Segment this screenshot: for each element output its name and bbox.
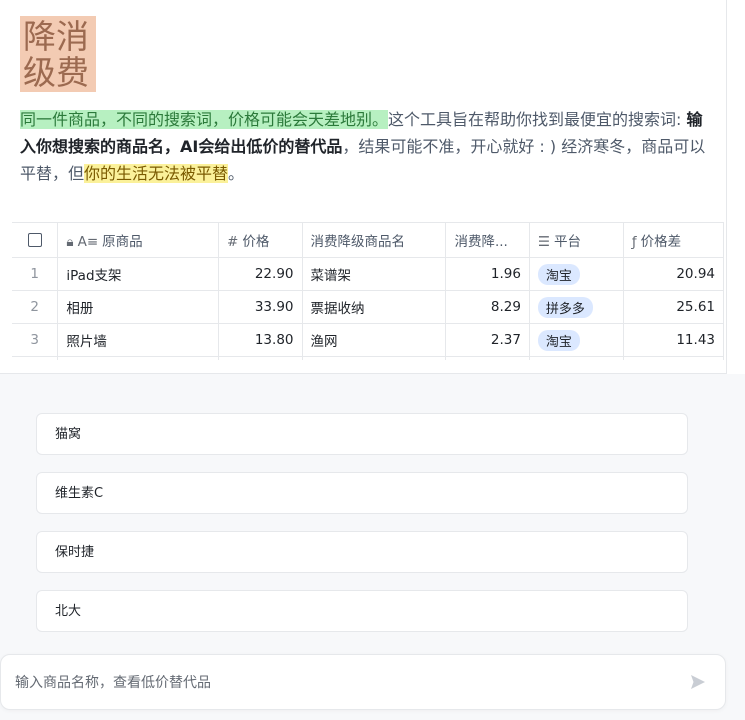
cell-platform[interactable]: 淘宝: [529, 257, 624, 291]
row-index: 1: [12, 257, 59, 291]
intro-panel: 降消 级费 同一件商品，不同的搜索词，价格可能会天差地别。这个工具旨在帮助你找到…: [0, 0, 727, 374]
cell-price-diff[interactable]: 25.61: [623, 290, 725, 324]
product-search-input[interactable]: [13, 655, 657, 711]
suggestion-chip[interactable]: 保时捷: [36, 531, 688, 573]
cell-original[interactable]: iPad支架: [57, 257, 220, 291]
suggestion-chip[interactable]: 维生素C: [36, 472, 688, 514]
cell-downgrade-price[interactable]: 1.96: [445, 257, 530, 291]
platform-tag: 拼多多: [537, 296, 593, 318]
formula-icon: ƒ: [631, 234, 637, 250]
cell-downgrade-name[interactable]: 票据收纳: [302, 290, 447, 324]
table-row[interactable]: 1 iPad支架 22.90 菜谱架 1.96 淘宝 20.94: [12, 257, 725, 291]
cell-price-diff[interactable]: 20.94: [623, 257, 725, 291]
send-icon[interactable]: [689, 673, 707, 691]
lock-icon: 🔒︎: [66, 234, 74, 250]
row-index: 3: [12, 323, 59, 357]
select-all-checkbox[interactable]: [12, 222, 59, 258]
platform-tag: 淘宝: [537, 263, 580, 285]
table-header-row: 🔒︎ A≡ 原商品 # 价格 消费降级商品名 消费降... ☰ 平台 ƒ 价格差: [12, 222, 725, 258]
description-highlight-1: 同一件商品，不同的搜索词，价格可能会天差地别。: [20, 110, 389, 129]
data-table: 🔒︎ A≡ 原商品 # 价格 消费降级商品名 消费降... ☰ 平台 ƒ 价格差 1 iP…: [12, 222, 726, 360]
description-part-2: 这个工具旨在帮助你找到最便宜的搜索词:: [388, 110, 687, 129]
description-text: 同一件商品，不同的搜索词，价格可能会天差地别。这个工具旨在帮助你找到最便宜的搜索…: [20, 106, 710, 187]
cell-downgrade-name[interactable]: 渔网: [302, 323, 447, 357]
suggestion-chip[interactable]: 北大: [36, 590, 688, 632]
app-logo: 降消 级费: [20, 16, 96, 92]
logo-line-2: 级费: [23, 53, 89, 92]
column-price[interactable]: # 价格: [218, 222, 303, 258]
row-index: 2: [12, 290, 59, 324]
cell-downgrade-price[interactable]: 2.37: [445, 323, 530, 357]
table-row[interactable]: 2 相册 33.90 票据收纳 8.29 拼多多 25.61: [12, 290, 725, 324]
cell-original[interactable]: 照片墙: [57, 323, 220, 357]
description-highlight-2: 你的生活无法被平替: [84, 164, 229, 183]
column-price-diff[interactable]: ƒ 价格差: [623, 222, 725, 258]
table-row[interactable]: 3 照片墙 13.80 渔网 2.37 淘宝 11.43: [12, 323, 725, 357]
column-platform[interactable]: ☰ 平台: [529, 222, 624, 258]
table-row[interactable]: [12, 356, 725, 360]
panel-divider: [726, 0, 727, 374]
cell-original[interactable]: 相册: [57, 290, 220, 324]
column-original[interactable]: 🔒︎ A≡ 原商品: [57, 222, 220, 258]
column-downgrade-name[interactable]: 消费降级商品名: [302, 222, 447, 258]
column-downgrade-price[interactable]: 消费降...: [445, 222, 530, 258]
cell-platform[interactable]: 淘宝: [529, 323, 624, 357]
number-icon: #: [227, 234, 239, 250]
cell-price-diff[interactable]: 11.43: [623, 323, 725, 357]
cell-price[interactable]: 33.90: [218, 290, 303, 324]
cell-platform[interactable]: 拼多多: [529, 290, 624, 324]
text-field-icon: A≡: [77, 234, 99, 250]
suggestion-chip[interactable]: 猫窝: [36, 413, 688, 455]
chat-input-bar: [0, 654, 726, 711]
cell-downgrade-price[interactable]: 8.29: [445, 290, 530, 324]
logo-line-1: 降消: [23, 17, 89, 56]
cell-price[interactable]: 13.80: [218, 323, 303, 357]
list-icon: ☰: [537, 234, 551, 250]
description-part-6: 。: [228, 164, 245, 183]
cell-price[interactable]: 22.90: [218, 257, 303, 291]
cell-downgrade-name[interactable]: 菜谱架: [302, 257, 447, 291]
platform-tag: 淘宝: [537, 329, 580, 351]
